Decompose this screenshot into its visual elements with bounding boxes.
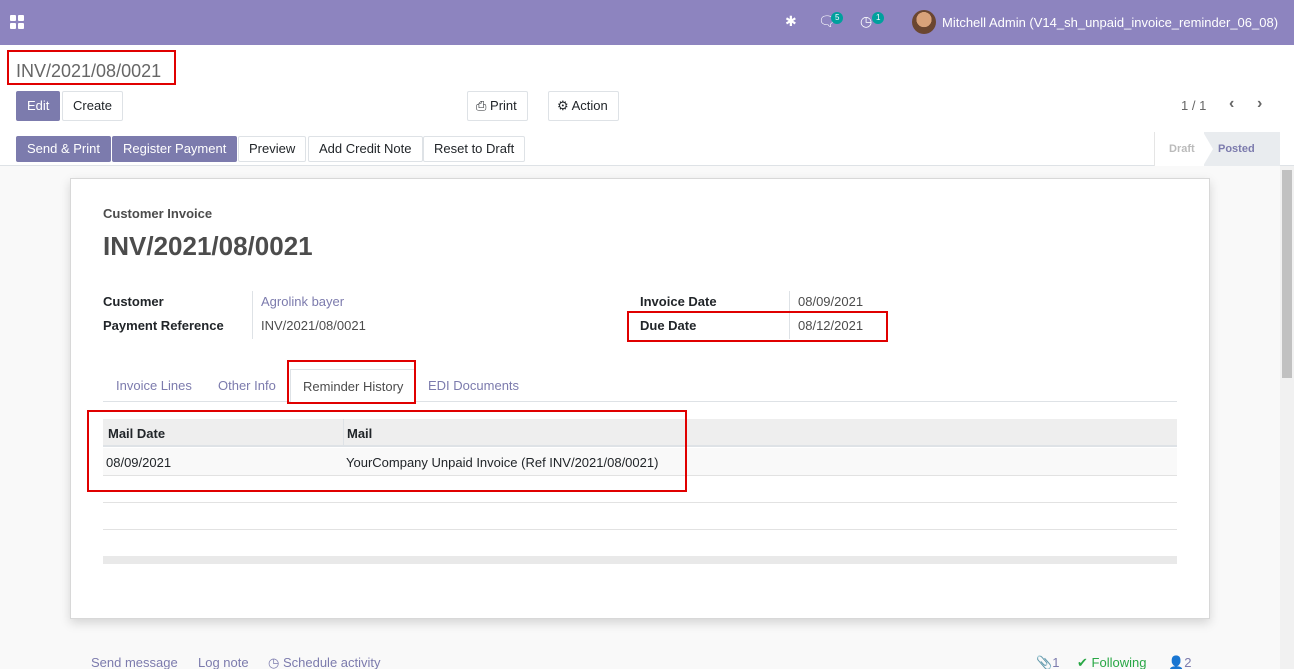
payment-reference-value: INV/2021/08/0021 — [261, 318, 366, 333]
pager-previous-icon[interactable]: ‹ — [1229, 95, 1234, 113]
reset-to-draft-button[interactable]: Reset to Draft — [423, 136, 526, 162]
activities-count-badge: 1 — [872, 12, 885, 24]
highlight-box-tab — [287, 360, 416, 404]
payment-reference-label: Payment Reference — [103, 318, 224, 333]
scrollbar[interactable] — [1280, 166, 1294, 669]
document-name: INV/2021/08/0021 — [103, 231, 313, 261]
notebook-tabs-line — [103, 401, 1177, 402]
paperclip-icon: 📎 — [1036, 655, 1053, 669]
invoice-sheet: Customer Invoice INV/2021/08/0021 Custom… — [70, 178, 1210, 619]
status-posted[interactable]: Posted — [1203, 132, 1280, 166]
tab-other-info[interactable]: Other Info — [218, 378, 276, 393]
register-payment-button[interactable]: Register Payment — [112, 136, 238, 162]
send-message-link[interactable]: Send message — [91, 655, 178, 669]
add-credit-note-button[interactable]: Add Credit Note — [308, 136, 423, 162]
following-button[interactable]: ✔ Following — [1077, 655, 1146, 669]
activities-clock-icon[interactable]: ◷ — [860, 13, 872, 30]
print-button[interactable]: ⎙ Print — [467, 91, 528, 121]
status-draft[interactable]: Draft — [1154, 132, 1204, 166]
followers-count: 2 — [1184, 655, 1192, 669]
user-menu[interactable]: Mitchell Admin (V14_sh_unpaid_invoice_re… — [942, 15, 1278, 30]
field-separator — [252, 291, 253, 339]
apps-menu-icon[interactable] — [10, 15, 24, 29]
schedule-activity-link[interactable]: ◷ Schedule activity — [268, 655, 381, 669]
highlight-box-due-date — [627, 311, 888, 342]
tab-invoice-lines[interactable]: Invoice Lines — [116, 378, 192, 393]
pager-value[interactable]: 1 / 1 — [1181, 98, 1206, 113]
table-footer — [103, 556, 1177, 564]
log-note-link[interactable]: Log note — [198, 655, 249, 669]
debug-bug-icon[interactable]: ✱ — [785, 13, 797, 30]
attachments-count: 1 — [1052, 655, 1060, 669]
attachments-button[interactable]: 📎1 — [1036, 655, 1059, 669]
create-button[interactable]: Create — [62, 91, 124, 121]
table-row — [103, 503, 1177, 530]
scrollbar-thumb[interactable] — [1282, 170, 1292, 378]
invoice-date-value: 08/09/2021 — [798, 294, 864, 309]
messages-count-badge: 5 — [831, 12, 844, 24]
control-panel: INV/2021/08/0021 Edit Create ⎙ Print ⚙ A… — [0, 45, 1294, 166]
printer-icon: ⎙ — [476, 98, 487, 113]
highlight-box-table — [87, 410, 687, 492]
highlight-box-title — [7, 50, 176, 85]
action-button[interactable]: ⚙ Action — [548, 91, 619, 121]
document-type: Customer Invoice — [103, 206, 213, 221]
user-icon: 👤 — [1168, 655, 1185, 669]
customer-link[interactable]: Agrolink bayer — [261, 294, 344, 309]
customer-label: Customer — [103, 294, 164, 309]
schedule-activity-label: Schedule activity — [282, 655, 381, 669]
following-label: Following — [1091, 655, 1147, 669]
tab-edi-documents[interactable]: EDI Documents — [428, 378, 519, 393]
pager-next-icon[interactable]: › — [1257, 95, 1262, 113]
user-avatar[interactable] — [912, 10, 936, 34]
send-print-button[interactable]: Send & Print — [16, 136, 111, 162]
action-label: Action — [571, 98, 608, 113]
edit-button[interactable]: Edit — [16, 91, 61, 121]
followers-button[interactable]: 👤2 — [1168, 655, 1191, 669]
invoice-date-label: Invoice Date — [640, 294, 717, 309]
top-navbar: ✱ 🗨 5 ◷ 1 Mitchell Admin (V14_sh_unpaid_… — [0, 0, 1294, 45]
gear-icon: ⚙ — [557, 98, 569, 113]
print-label: Print — [490, 98, 517, 113]
clock-icon: ◷ — [268, 655, 280, 669]
preview-button[interactable]: Preview — [238, 136, 307, 162]
check-icon: ✔ — [1077, 655, 1088, 669]
